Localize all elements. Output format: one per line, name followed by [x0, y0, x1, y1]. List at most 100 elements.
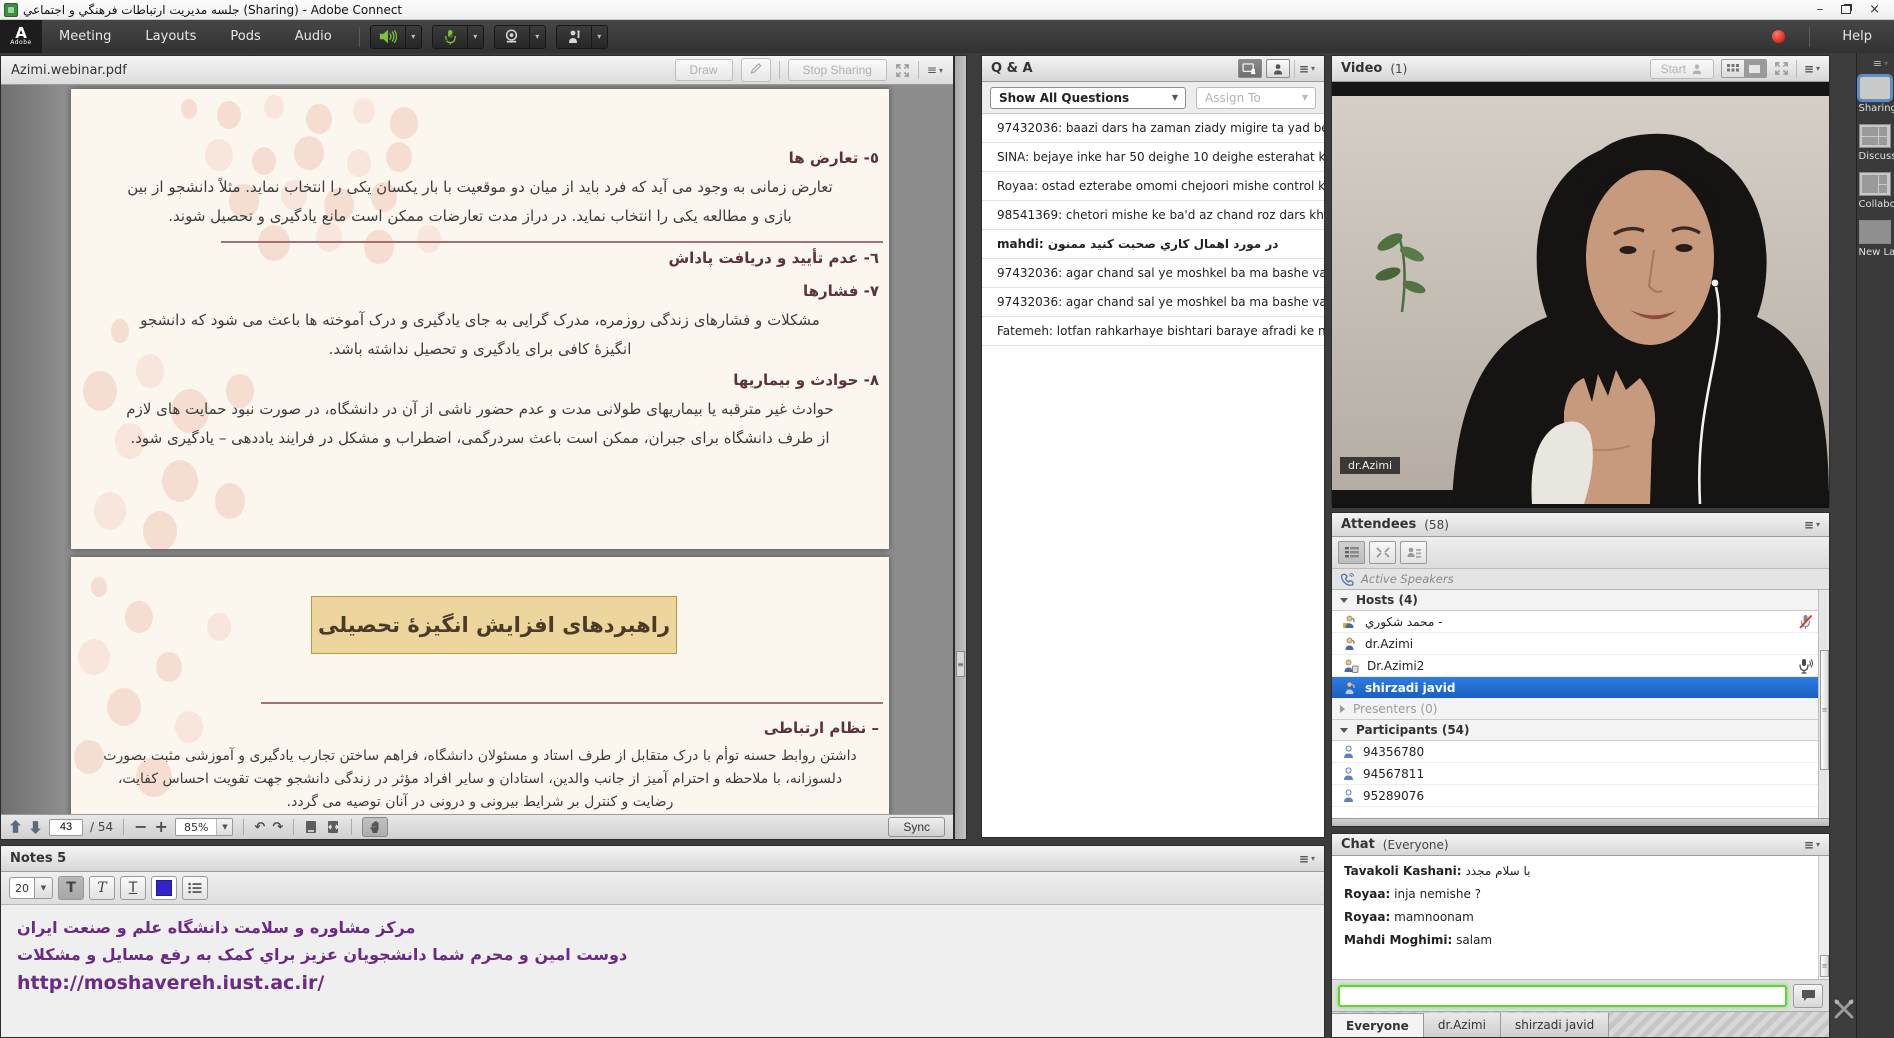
qa-question-row[interactable]: 97432036: agar chand sal ye moshkel ba m…: [982, 288, 1324, 317]
layout-item-sharing[interactable]: Sharing: [1859, 76, 1893, 114]
qa-question-row[interactable]: SINA: bejaye inke har 50 deighe 10 deigh…: [982, 143, 1324, 172]
menu-help[interactable]: Help: [1834, 20, 1880, 53]
hosts-group-header[interactable]: Hosts (4): [1332, 590, 1829, 611]
scrollbar-thumb[interactable]: ≡: [1820, 650, 1829, 770]
underline-button[interactable]: T: [120, 876, 146, 900]
microphone-dropdown[interactable]: ▾: [468, 25, 484, 49]
page-up-button[interactable]: [9, 820, 22, 834]
menu-layouts[interactable]: Layouts: [128, 20, 213, 53]
attendee-list-view-button[interactable]: [1338, 541, 1365, 564]
set-status-dropdown[interactable]: ▾: [592, 25, 608, 49]
notes-text-area[interactable]: مرکز مشاوره و سلامت دانشگاه علم و صنعت ا…: [1, 905, 1324, 1037]
font-size-select[interactable]: 20 ▼: [9, 877, 53, 899]
webcam-dropdown[interactable]: ▾: [530, 25, 546, 49]
attendees-pod-menu-button[interactable]: ≡▾: [1804, 518, 1820, 532]
chat-tab-dr-azimi[interactable]: dr.Azimi: [1424, 1013, 1501, 1037]
share-pod-menu-button[interactable]: ≡▾: [927, 63, 943, 77]
zoom-out-button[interactable]: −: [134, 819, 147, 835]
webcam-button[interactable]: [494, 25, 530, 49]
qa-pod-menu-button[interactable]: ≡▾: [1299, 62, 1315, 76]
menu-icon: ≡: [1804, 62, 1814, 76]
chevron-down-icon: ▾: [411, 32, 415, 41]
set-status-button[interactable]: [556, 25, 592, 49]
text-color-button[interactable]: [151, 876, 177, 900]
zoom-level-select[interactable]: 85% ▼: [175, 818, 233, 836]
grip-icon[interactable]: ≡: [956, 651, 965, 677]
attendee-row-host-selected[interactable]: shirzadi javid: [1332, 677, 1829, 699]
qa-assign-select[interactable]: Assign To ▼: [1196, 87, 1316, 109]
microphone-icon: [442, 29, 458, 45]
pdf-viewport[interactable]: ٥- تعارض ها تعارض زمانی به وجود می آید ک…: [1, 85, 953, 814]
maximize-icon[interactable]: [1841, 5, 1851, 14]
menu-meeting[interactable]: Meeting: [42, 20, 128, 53]
pencil-tool-button[interactable]: [741, 58, 771, 82]
pod-resize-handle[interactable]: ≡: [954, 55, 967, 840]
raise-hand-icon: [566, 29, 582, 45]
fit-width-button[interactable]: [326, 820, 341, 835]
speech-bubble-icon: [1801, 989, 1816, 1002]
presenter-view-toggle[interactable]: [1238, 59, 1262, 78]
qa-question-row[interactable]: mahdi: در مورد اهمال كاري صحبت كنيد ممنو…: [982, 230, 1324, 259]
attendee-row-participant[interactable]: 95289076: [1332, 785, 1829, 807]
redo-button[interactable]: ↷: [272, 821, 283, 834]
participant-view-toggle[interactable]: [1266, 59, 1290, 78]
recording-indicator-icon: [1772, 30, 1785, 43]
presenter-tools-icon[interactable]: [1833, 998, 1855, 1024]
attendee-row-host[interactable]: dr.Azimi: [1332, 633, 1829, 655]
speaker-button[interactable]: [370, 25, 406, 49]
italic-button[interactable]: T: [89, 876, 115, 900]
chat-tab-everyone[interactable]: Everyone: [1332, 1013, 1424, 1037]
filmstrip-view-button[interactable]: [1744, 60, 1766, 77]
fullscreen-icon[interactable]: [895, 63, 910, 78]
zoom-in-button[interactable]: +: [155, 819, 168, 835]
qa-filter-select[interactable]: Show All Questions ▼: [990, 87, 1186, 109]
attendees-scrollbar[interactable]: ≡: [1818, 590, 1829, 818]
layout-item-new-layout[interactable]: New Lay: [1859, 220, 1893, 258]
notes-pod-menu-button[interactable]: ≡▾: [1299, 852, 1315, 866]
attendee-row-host[interactable]: محمد شكوري -: [1332, 611, 1829, 633]
draw-button[interactable]: Draw: [675, 59, 733, 81]
attendee-row-participant[interactable]: 94356780: [1332, 741, 1829, 763]
microphone-button[interactable]: [432, 25, 468, 49]
attendee-row-host[interactable]: Dr.Azimi2: [1332, 655, 1829, 677]
qa-question-row[interactable]: Fatemeh: lotfan rahkarhaye bishtari bara…: [982, 317, 1324, 346]
qa-question-row[interactable]: 97432036: agar chand sal ye moshkel ba m…: [982, 259, 1324, 288]
menu-pods[interactable]: Pods: [213, 20, 277, 53]
layout-label: Collabo..: [1859, 199, 1894, 210]
qa-question-row[interactable]: Royaa: ostad ezterabe omomi chejoori mis…: [982, 172, 1324, 201]
grid-view-button[interactable]: [1722, 60, 1744, 77]
attendee-status-view-button[interactable]: [1400, 541, 1427, 564]
chat-pod-menu-button[interactable]: ≡▾: [1804, 838, 1820, 852]
fit-page-button[interactable]: [304, 820, 319, 835]
send-message-button[interactable]: [1793, 984, 1823, 1008]
video-pod-menu-button[interactable]: ≡▾: [1804, 62, 1820, 76]
bold-button[interactable]: T: [58, 876, 84, 900]
attendee-row-participant[interactable]: 94567811: [1332, 763, 1829, 785]
chat-scrollbar[interactable]: ≡: [1818, 856, 1829, 979]
layout-item-discussion[interactable]: Discussi: [1859, 124, 1893, 162]
sync-button[interactable]: Sync: [888, 817, 945, 837]
qa-question-row[interactable]: 98541369: chetori mishe ke ba'd az chand…: [982, 201, 1324, 230]
pan-tool-button[interactable]: [362, 817, 388, 837]
participants-group-header[interactable]: Participants (54): [1332, 720, 1829, 741]
scrollbar-thumb[interactable]: ≡: [1820, 955, 1829, 977]
page-down-button[interactable]: [29, 820, 42, 834]
speaker-dropdown[interactable]: ▾: [406, 25, 422, 49]
page-number-input[interactable]: [49, 819, 83, 836]
stop-sharing-button[interactable]: Stop Sharing: [788, 59, 887, 81]
breakout-view-button[interactable]: [1369, 541, 1396, 564]
bullet-list-button[interactable]: [182, 876, 208, 900]
layouts-menu-button[interactable]: ≡▾: [1873, 55, 1894, 76]
undo-button[interactable]: ↶: [254, 821, 265, 834]
layout-item-collaboration[interactable]: Collabo..: [1859, 172, 1893, 210]
presenters-group-header[interactable]: Presenters (0): [1332, 699, 1829, 720]
close-icon[interactable]: ×: [1869, 3, 1880, 16]
divider: [351, 819, 352, 835]
fullscreen-icon[interactable]: [1774, 61, 1789, 76]
minimize-icon[interactable]: –: [1817, 3, 1824, 16]
chat-tab-shirzadi-javid[interactable]: shirzadi javid: [1501, 1013, 1609, 1037]
chat-message-input[interactable]: [1338, 985, 1787, 1007]
qa-question-row[interactable]: 97432036: baazi dars ha zaman ziady migi…: [982, 114, 1324, 143]
start-webcam-button[interactable]: Start: [1650, 59, 1714, 79]
menu-audio[interactable]: Audio: [278, 20, 349, 53]
